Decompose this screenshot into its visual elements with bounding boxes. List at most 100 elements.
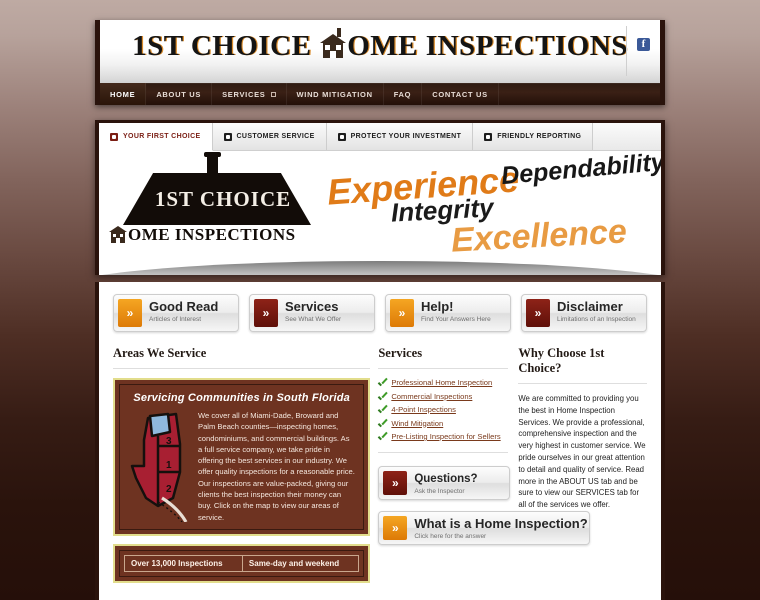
- promo-subtitle: Click here for the answer: [414, 533, 487, 540]
- tab-marker-icon: [337, 132, 346, 141]
- svg-text:3: 3: [166, 436, 172, 447]
- nav-item-faq[interactable]: FAQ: [384, 83, 423, 105]
- logo-text: 1ST CHOICE OME INSPECTIONS: [132, 28, 628, 63]
- nav-item-label: SERVICES: [222, 89, 266, 99]
- column-services: Services Professional Home Inspection Com…: [378, 346, 591, 583]
- column-areas-we-service: Areas We Service Servicing Communities i…: [113, 346, 371, 583]
- map-inner: Servicing Communities in South Florida 3…: [119, 384, 365, 530]
- nav-item-label: CONTACT US: [432, 89, 488, 99]
- three-column-layout: Areas We Service Servicing Communities i…: [113, 346, 647, 583]
- service-list-item[interactable]: Pre-Listing Inspection for Sellers: [378, 432, 508, 442]
- map-title: Servicing Communities in South Florida: [133, 392, 350, 404]
- service-list-item[interactable]: 4-Point Inspections: [378, 405, 508, 415]
- wordart-excellence: Excellence: [450, 212, 628, 260]
- service-area-map-widget[interactable]: Servicing Communities in South Florida 3…: [113, 378, 371, 536]
- promo-button-services[interactable]: » Services See What We Offer: [249, 294, 375, 332]
- banner-subtitle: OME INSPECTIONS: [109, 225, 296, 245]
- tab-label: PROTECT YOUR INVESTMENT: [350, 133, 462, 140]
- chevron-double-right-icon: »: [254, 299, 278, 327]
- promo-subtitle: Articles of Interest: [149, 316, 202, 323]
- service-link[interactable]: Pre-Listing Inspection for Sellers: [391, 432, 500, 442]
- tab-protect-your-investment[interactable]: PROTECT YOUR INVESTMENT: [326, 123, 474, 150]
- nav-item-home[interactable]: HOME: [100, 83, 147, 105]
- main-navigation: HOME ABOUT US SERVICES WIND MITIGATION FAQ CO…: [100, 83, 660, 105]
- promo-button-disclaimer[interactable]: » Disclaimer Limitations of an Inspection: [521, 294, 647, 332]
- logo-prefix: 1ST CHOICE: [132, 29, 320, 62]
- nav-item-services[interactable]: SERVICES: [212, 83, 287, 105]
- house-icon: [320, 28, 347, 58]
- services-heading: Services: [378, 346, 423, 360]
- nav-item-label: HOME: [110, 89, 136, 99]
- site-header: 1ST CHOICE OME INSPECTIONS f HOME ABOUT U…: [95, 20, 665, 105]
- promo-title: What is a Home Inspection?: [414, 516, 588, 531]
- heading-rule: [378, 368, 509, 369]
- checkmark-icon: [378, 379, 387, 388]
- checkmark-icon: [378, 406, 387, 415]
- promo-subtitle: Find Your Answers Here: [421, 316, 491, 323]
- map-body: 3 1 2 We cover all of Miami-Dade, Browar…: [128, 410, 355, 523]
- chevron-double-right-icon: »: [383, 471, 408, 495]
- promo-title: Good Read: [149, 299, 219, 314]
- stats-inner: Over 13,000 Inspections Same-day and week…: [119, 550, 365, 577]
- tab-your-first-choice[interactable]: YOUR FIRST CHOICE: [99, 123, 213, 151]
- banner-panel: YOUR FIRST CHOICE CUSTOMER SERVICE PROTECT…: [95, 120, 665, 275]
- checkmark-icon: [378, 433, 387, 442]
- chevron-double-right-icon: »: [118, 299, 142, 327]
- svg-text:2: 2: [166, 484, 172, 495]
- banner-roof-label: 1ST CHOICE: [154, 187, 292, 211]
- promo-text: Help! Find Your Answers Here: [414, 295, 491, 331]
- promo-title: Disclaimer: [557, 299, 623, 314]
- house-icon: [109, 226, 127, 243]
- banner-arc-decoration: [99, 261, 661, 275]
- checkmark-icon: [378, 420, 387, 429]
- table-cell: Over 13,000 Inspections: [124, 555, 243, 572]
- why-choose-paragraph: We are committed to providing you the be…: [518, 394, 646, 510]
- main-content: » Good Read Articles of Interest» Services S…: [95, 282, 665, 600]
- stats-widget: Over 13,000 Inspections Same-day and week…: [113, 544, 371, 583]
- promo-button-row: » Good Read Articles of Interest » Services S…: [113, 294, 647, 332]
- nav-item-about-us[interactable]: ABOUT US: [146, 83, 213, 105]
- page-root: 1ST CHOICE OME INSPECTIONS f HOME ABOUT U…: [0, 0, 760, 600]
- promo-text: Good Read Articles of Interest: [142, 295, 218, 331]
- tab-marker-icon: [110, 132, 118, 141]
- nav-item-wind-mitigation[interactable]: WIND MITIGATION: [287, 83, 384, 105]
- promo-button-help[interactable]: » Help! Find Your Answers Here: [385, 294, 511, 332]
- nav-item-label: ABOUT US: [156, 89, 202, 99]
- map-description: We cover all of Miami-Dade, Broward and …: [198, 411, 355, 522]
- service-link[interactable]: Professional Home Inspection: [391, 378, 492, 388]
- header-banner: 1ST CHOICE OME INSPECTIONS f: [100, 20, 660, 83]
- questions-promo-button[interactable]: » Questions? Ask the Inspector: [378, 466, 511, 500]
- promo-text: Disclaimer Limitations of an Inspection: [550, 295, 636, 331]
- table-cell: Same-day and weekend: [241, 555, 360, 572]
- banner-subtitle-text: OME INSPECTIONS: [128, 225, 296, 244]
- service-link[interactable]: Wind Mitigation: [391, 419, 443, 429]
- service-link[interactable]: Commercial Inspections: [391, 392, 472, 402]
- service-list-item[interactable]: Wind Mitigation: [378, 419, 508, 429]
- services-bottom-rule: [378, 452, 509, 453]
- header-divider: [626, 26, 627, 76]
- service-list-item[interactable]: Professional Home Inspection: [378, 378, 508, 388]
- tab-label: CUSTOMER SERVICE: [236, 133, 315, 140]
- heading-rule: [518, 383, 647, 384]
- heading-rule: [113, 368, 371, 369]
- nav-item-contact-us[interactable]: CONTACT US: [422, 83, 499, 105]
- promo-text: Questions? Ask the Inspector: [407, 467, 477, 499]
- chevron-down-icon: [270, 91, 276, 97]
- florida-map-icon[interactable]: 3 1 2: [128, 410, 194, 522]
- service-link[interactable]: 4-Point Inspections: [391, 405, 456, 415]
- facebook-icon[interactable]: f: [637, 38, 650, 51]
- promo-button-good-read[interactable]: » Good Read Articles of Interest: [113, 294, 239, 332]
- nav-item-label: WIND MITIGATION: [296, 89, 373, 99]
- checkmark-icon: [378, 393, 387, 402]
- site-logo[interactable]: 1ST CHOICE OME INSPECTIONS: [100, 28, 660, 63]
- promo-title: Help!: [421, 299, 454, 314]
- what-is-home-inspection-promo-button[interactable]: » What is a Home Inspection? Click here …: [378, 511, 591, 545]
- tab-filler: [593, 123, 661, 150]
- promo-subtitle: See What We Offer: [285, 316, 342, 323]
- tab-customer-service[interactable]: CUSTOMER SERVICE: [212, 123, 327, 150]
- tab-friendly-reporting[interactable]: FRIENDLY REPORTING: [473, 123, 594, 150]
- chevron-double-right-icon: »: [526, 299, 550, 327]
- tab-label: FRIENDLY REPORTING: [497, 133, 582, 140]
- promo-title: Questions?: [414, 473, 478, 485]
- service-list-item[interactable]: Commercial Inspections: [378, 392, 508, 402]
